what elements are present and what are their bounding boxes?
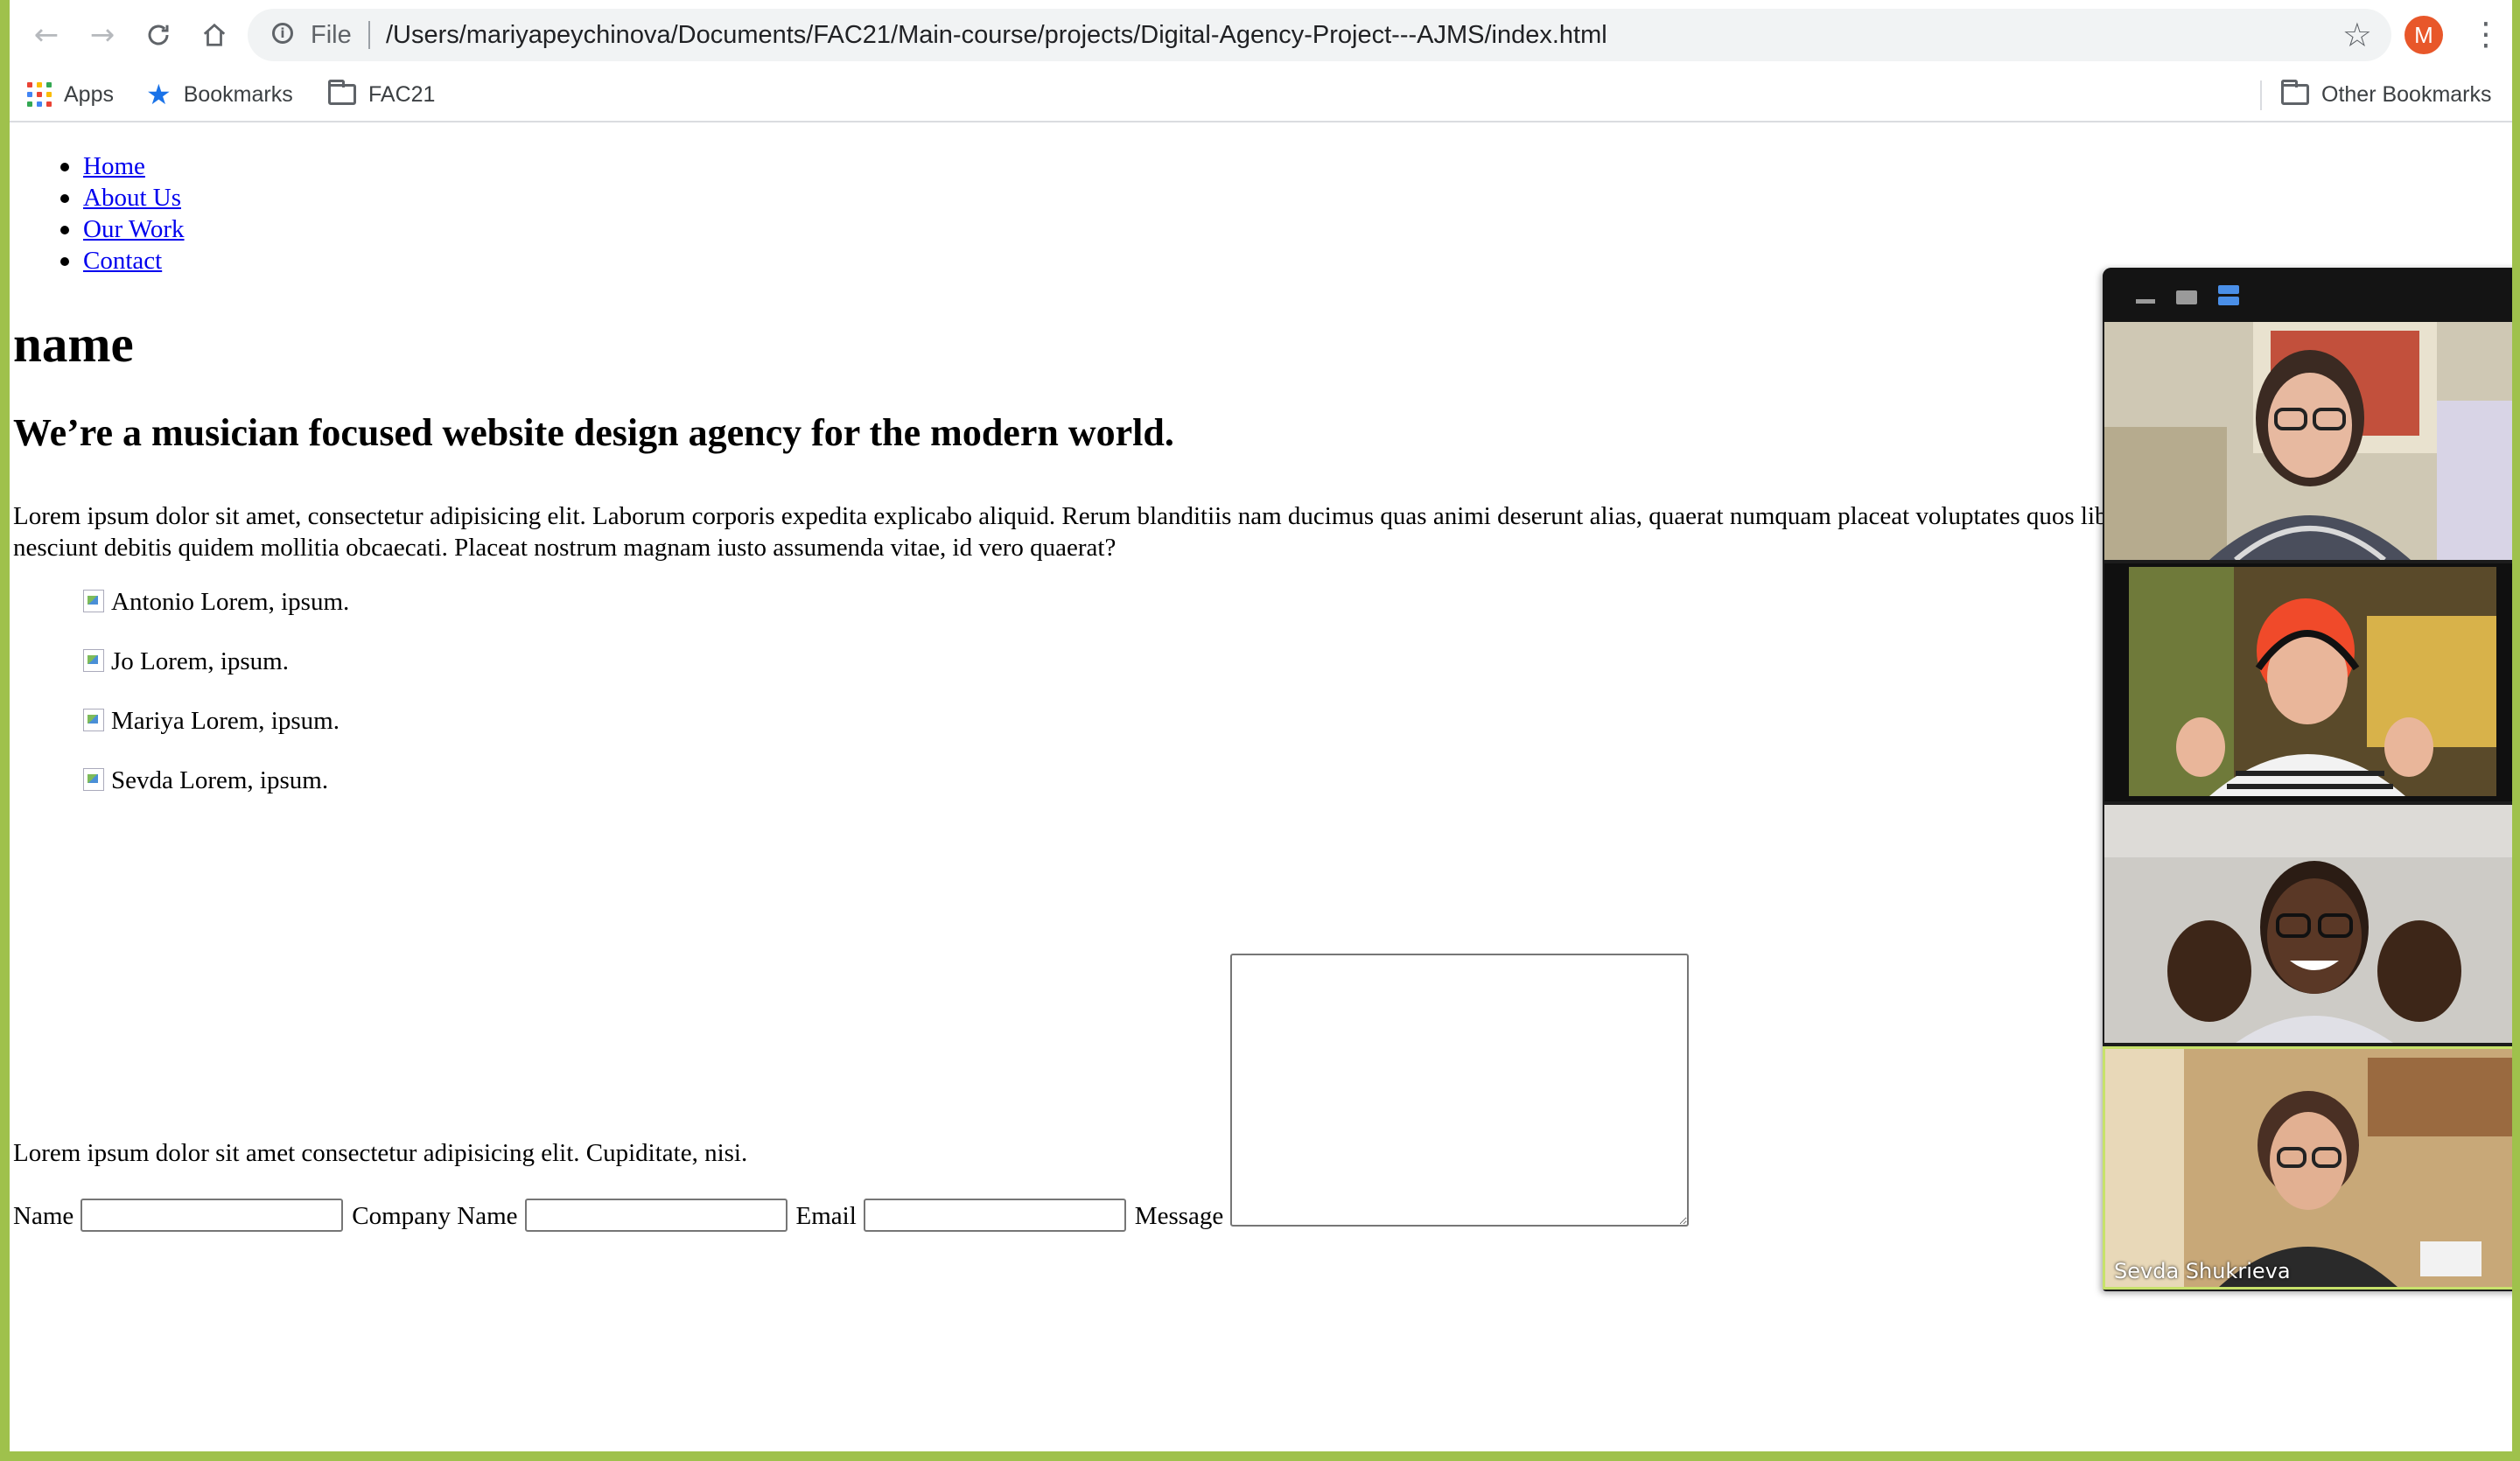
info-icon[interactable]: i xyxy=(272,23,293,44)
bookmark-fac21[interactable]: FAC21 xyxy=(328,77,435,112)
message-label: Message xyxy=(1134,1202,1224,1230)
folder-icon xyxy=(328,80,356,105)
nav-link-about-us[interactable]: About Us xyxy=(83,184,181,212)
team-member-caption: Mariya Lorem, ipsum. xyxy=(111,707,340,735)
video-tile-active-speaker[interactable]: Sevda Shukrieva xyxy=(2103,1046,2512,1290)
tagline: We’re a musician focused website design … xyxy=(13,411,1174,454)
company-name-label: Company Name xyxy=(352,1202,518,1230)
bookmark-label: Other Bookmarks xyxy=(2321,81,2492,107)
bookmark-star-icon[interactable]: ☆ xyxy=(2342,16,2372,54)
email-field[interactable] xyxy=(863,1199,1126,1232)
broken-image-icon xyxy=(83,709,104,731)
reload-icon xyxy=(148,24,169,45)
participant-video xyxy=(2104,322,2512,560)
intro-paragraph: Lorem ipsum dolor sit amet, consectetur … xyxy=(13,502,2440,562)
contact-form: Name Company Name Email Message xyxy=(13,829,1763,1232)
team-member: Jo Lorem, ipsum. xyxy=(83,646,289,677)
url-text[interactable]: /Users/mariyapeychinova/Documents/FAC21/… xyxy=(386,21,1607,50)
team-member-caption: Jo Lorem, ipsum. xyxy=(111,647,289,675)
bookmark-apps[interactable]: Apps xyxy=(27,77,114,112)
team-member-caption: Sevda Lorem, ipsum. xyxy=(111,766,329,794)
participant-video xyxy=(2105,1049,2512,1287)
broken-image-icon xyxy=(83,590,104,612)
team-member: Mariya Lorem, ipsum. xyxy=(83,705,340,737)
nav-link-home[interactable]: Home xyxy=(83,152,145,180)
bookmarks-bar: Apps ★ Bookmarks FAC21 Other Bookmarks xyxy=(10,70,2512,122)
nav-item-about: About Us xyxy=(60,182,185,213)
bookmark-label: Apps xyxy=(64,81,114,107)
browser-window: ← → i File /Users/mariyapeychinova/Docum… xyxy=(10,0,2512,1451)
nav-item-contact: Contact xyxy=(60,245,185,276)
nav-link-our-work[interactable]: Our Work xyxy=(83,215,185,243)
broken-image-icon xyxy=(83,649,104,672)
browser-toolbar: ← → i File /Users/mariyapeychinova/Docum… xyxy=(10,0,2512,70)
team-member-caption: Antonio Lorem, ipsum. xyxy=(111,588,350,616)
kebab-menu-icon[interactable]: ⋮ xyxy=(2470,14,2502,56)
home-button[interactable] xyxy=(195,16,234,54)
minimize-icon[interactable] xyxy=(2136,299,2155,304)
omnibox-divider xyxy=(368,21,370,49)
star-icon: ★ xyxy=(146,78,172,111)
bookmark-other-bookmarks[interactable]: Other Bookmarks xyxy=(2281,77,2492,112)
name-label: Name xyxy=(13,1202,74,1230)
name-field[interactable] xyxy=(80,1199,344,1232)
email-label: Email xyxy=(795,1202,857,1230)
scheme-label: File xyxy=(311,21,352,49)
footer-text: Lorem ipsum dolor sit amet consectetur a… xyxy=(13,1139,748,1167)
gallery-view-icon[interactable] xyxy=(2218,285,2239,306)
back-button[interactable]: ← xyxy=(27,16,66,54)
reload-button[interactable] xyxy=(139,16,178,54)
broken-image-icon xyxy=(83,768,104,791)
video-tile[interactable] xyxy=(2104,563,2512,801)
video-panel-header[interactable] xyxy=(2103,268,2512,322)
nav-item-work: Our Work xyxy=(60,213,185,245)
profile-avatar[interactable]: M xyxy=(2404,16,2443,54)
participant-video xyxy=(2104,805,2512,1043)
company-name-field[interactable] xyxy=(524,1199,788,1232)
video-call-panel[interactable]: Sevda Shukrieva xyxy=(2103,268,2512,1291)
speaker-view-icon[interactable] xyxy=(2176,290,2197,304)
team-member: Sevda Lorem, ipsum. xyxy=(83,765,328,796)
apps-icon xyxy=(27,82,52,107)
forward-button[interactable]: → xyxy=(83,16,122,54)
team-member: Antonio Lorem, ipsum. xyxy=(83,586,349,618)
nav-item-home: Home xyxy=(60,150,185,182)
bookmark-label: FAC21 xyxy=(368,81,436,107)
nav-link-contact[interactable]: Contact xyxy=(83,247,162,275)
site-title: name xyxy=(13,315,134,373)
bookmark-bookmarks[interactable]: ★ Bookmarks xyxy=(146,77,293,112)
address-bar[interactable]: i File /Users/mariyapeychinova/Documents… xyxy=(248,9,2391,61)
video-tile[interactable] xyxy=(2104,322,2512,560)
video-tile[interactable] xyxy=(2104,805,2512,1043)
home-icon xyxy=(203,23,226,46)
participant-video xyxy=(2104,563,2512,801)
bookmark-label: Bookmarks xyxy=(183,81,293,107)
bookmarks-divider xyxy=(2260,80,2262,110)
participant-name: Sevda Shukrieva xyxy=(2114,1259,2291,1283)
message-textarea[interactable] xyxy=(1230,954,1690,1227)
site-nav: Home About Us Our Work Contact xyxy=(60,150,185,276)
folder-icon xyxy=(2281,80,2309,105)
